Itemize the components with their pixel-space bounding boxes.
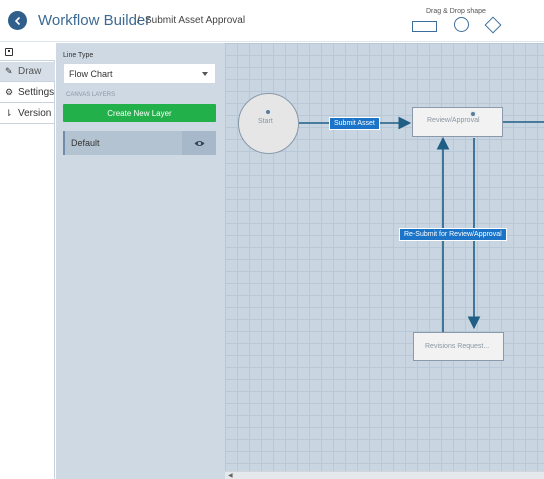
line-type-select[interactable]: Flow Chart (63, 63, 216, 84)
line-type-label: Line Type (63, 52, 94, 59)
tab-draw[interactable]: ✎ Draw (0, 62, 55, 82)
canvas-layers-label: CANVAS LAYERS (66, 92, 116, 98)
draw-panel: Line Type Flow Chart CANVAS LAYERS Creat… (56, 43, 225, 479)
edge-label-resubmit[interactable]: Re-Submit for Review/Approval (399, 228, 507, 241)
start-node[interactable]: Start (238, 93, 299, 154)
revisions-request-node[interactable]: Revisions Request... (413, 332, 504, 361)
side-tabs: ✎ Draw ⚙ Settings ⇂ Version (0, 43, 55, 479)
layer-name: Default (71, 138, 100, 148)
start-node-label: Start (258, 118, 273, 125)
scroll-left-icon[interactable]: ◀ (228, 472, 233, 479)
tab-panel-toggle[interactable] (0, 43, 55, 61)
layer-row[interactable]: Default (63, 131, 216, 155)
rectangle-shape[interactable] (412, 21, 437, 32)
tab-settings[interactable]: ⚙ Settings (0, 83, 55, 103)
square-icon (5, 47, 13, 56)
tab-version-label: Version (18, 108, 52, 119)
tab-settings-label: Settings (18, 87, 55, 98)
review-node-label: Review/Approval (427, 117, 480, 124)
breadcrumb: Submit Asset Approval (145, 15, 246, 26)
line-type-value: Flow Chart (69, 68, 113, 79)
circle-shape[interactable] (454, 17, 469, 32)
eye-icon (194, 140, 204, 146)
edge-label-submit[interactable]: Submit Asset (329, 117, 380, 130)
gear-icon: ⚙ (5, 87, 14, 97)
caret-down-icon (202, 72, 208, 76)
breadcrumb-separator: / (137, 15, 140, 26)
diamond-shape[interactable] (484, 16, 502, 34)
horizontal-scrollbar[interactable]: ◀ (225, 471, 544, 479)
back-button[interactable] (8, 11, 27, 30)
workflow-canvas[interactable]: Start Review/Approval Revisions Request.… (225, 43, 544, 479)
create-layer-button[interactable]: Create New Layer (63, 104, 216, 122)
tab-version[interactable]: ⇂ Version (0, 104, 55, 124)
app-title: Workflow Builder (38, 12, 151, 29)
pencil-icon: ✎ (5, 66, 13, 76)
header: Workflow Builder / Submit Asset Approval… (0, 0, 544, 42)
version-icon: ⇂ (5, 108, 13, 118)
revisions-node-label: Revisions Request... (425, 343, 490, 350)
chevron-left-icon (14, 16, 20, 25)
review-approval-node[interactable]: Review/Approval (412, 107, 503, 137)
node-port[interactable] (265, 109, 271, 115)
dragdrop-title: Drag & Drop shape (426, 8, 486, 15)
layer-visibility-toggle[interactable] (182, 131, 216, 155)
tab-draw-label: Draw (18, 66, 42, 77)
